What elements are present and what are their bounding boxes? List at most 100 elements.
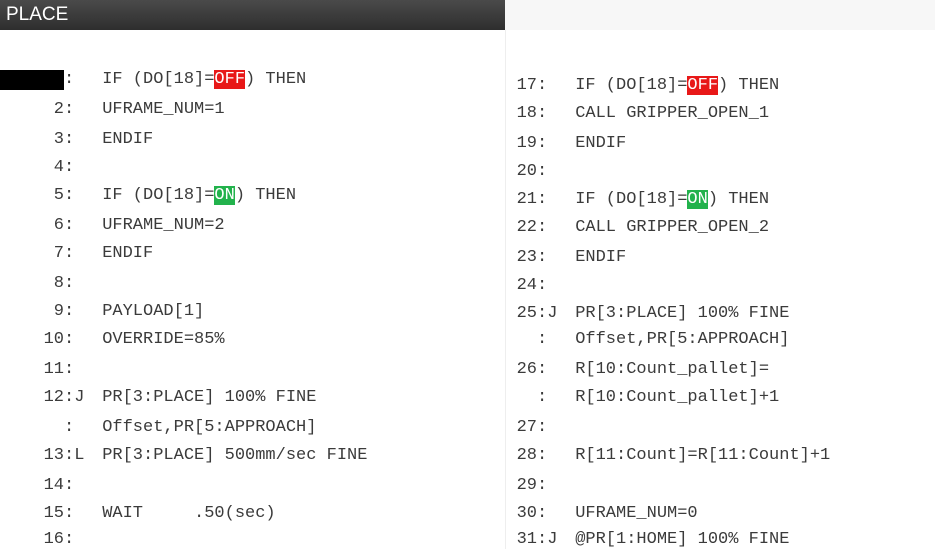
line-separator: : bbox=[64, 530, 75, 549]
program-line[interactable]: : R[10:Count_pallet]+1 bbox=[506, 388, 779, 408]
line-number: 19 bbox=[516, 134, 537, 153]
program-line[interactable]: 12:J PR[3:PLACE] 100% FINE bbox=[0, 388, 317, 408]
line-number: 27 bbox=[516, 418, 537, 437]
program-line[interactable]: 5: IF (DO[18]=ON) THEN bbox=[0, 186, 296, 206]
program-line[interactable]: 25:J PR[3:PLACE] 100% FINE bbox=[506, 304, 790, 324]
instruction-text: OVERRIDE=85% bbox=[102, 330, 225, 349]
instruction-text: ENDIF bbox=[575, 248, 627, 267]
top-bar-background bbox=[505, 0, 935, 30]
line-separator: : bbox=[64, 388, 75, 407]
instruction-text: ENDIF bbox=[102, 130, 154, 149]
line-separator: : bbox=[537, 248, 548, 267]
program-line[interactable]: 24: bbox=[506, 276, 575, 296]
program-line[interactable]: 19: ENDIF bbox=[506, 134, 627, 154]
program-line[interactable]: 7: ENDIF bbox=[0, 244, 153, 264]
line-number: 26 bbox=[516, 360, 537, 379]
line-separator: : bbox=[537, 330, 548, 349]
line-separator: : bbox=[537, 388, 548, 407]
line-separator: : bbox=[537, 76, 548, 95]
line-separator: : bbox=[64, 418, 75, 437]
program-title-bar: PLACE bbox=[0, 0, 505, 30]
motion-type: J bbox=[547, 304, 558, 323]
line-number: 22 bbox=[516, 218, 537, 237]
line-separator: : bbox=[537, 162, 548, 181]
line-number: 28 bbox=[516, 446, 537, 465]
program-line[interactable]: 17: IF (DO[18]=OFF) THEN bbox=[506, 76, 779, 96]
instruction-text: WAIT .50(sec) bbox=[102, 504, 276, 523]
program-line[interactable]: 9: PAYLOAD[1] bbox=[0, 302, 204, 322]
program-line[interactable]: 10: OVERRIDE=85% bbox=[0, 330, 225, 350]
line-number: 24 bbox=[516, 276, 537, 295]
line-number: 15 bbox=[43, 504, 64, 523]
motion-type: L bbox=[74, 446, 85, 465]
program-line[interactable]: : Offset,PR[5:APPROACH] bbox=[0, 418, 316, 438]
program-line[interactable]: 27: bbox=[506, 418, 575, 438]
line-separator: : bbox=[64, 360, 75, 379]
program-line[interactable]: : Offset,PR[5:APPROACH] bbox=[506, 330, 789, 350]
motion-type: J bbox=[74, 388, 85, 407]
program-line[interactable]: 21: IF (DO[18]=ON) THEN bbox=[506, 190, 769, 210]
line-number: 21 bbox=[516, 190, 537, 209]
program-line[interactable]: 14: bbox=[0, 476, 102, 496]
instruction-text: PR[3:PLACE] 500mm/sec FINE bbox=[102, 446, 368, 465]
program-line[interactable]: 1: IF (DO[18]=OFF) THEN bbox=[0, 70, 306, 90]
program-line[interactable]: 22: CALL GRIPPER_OPEN_2 bbox=[506, 218, 769, 238]
status-on-badge: ON bbox=[214, 186, 235, 205]
program-listing-right[interactable]: 17: IF (DO[18]=OFF) THEN 18: CALL GRIPPER_O… bbox=[505, 30, 935, 549]
program-line[interactable]: 2: UFRAME_NUM=1 bbox=[0, 100, 225, 120]
instruction-text: @PR[1:HOME] 100% FINE bbox=[575, 530, 790, 549]
line-number: 30 bbox=[516, 504, 537, 523]
program-line[interactable]: 31:J @PR[1:HOME] 100% FINE bbox=[506, 530, 790, 550]
program-line[interactable]: 6: UFRAME_NUM=2 bbox=[0, 216, 225, 236]
line-separator: : bbox=[537, 530, 548, 549]
program-line[interactable]: 11: bbox=[0, 360, 102, 380]
line-number: 16 bbox=[43, 530, 64, 549]
line-number: 2 bbox=[53, 100, 64, 119]
line-number: 20 bbox=[516, 162, 537, 181]
line-number: 12 bbox=[43, 388, 64, 407]
program-line[interactable]: 30: UFRAME_NUM=0 bbox=[506, 504, 698, 524]
line-separator: : bbox=[537, 276, 548, 295]
line-separator: : bbox=[64, 130, 75, 149]
program-line[interactable]: 18: CALL GRIPPER_OPEN_1 bbox=[506, 104, 769, 124]
line-number: 8 bbox=[53, 274, 64, 293]
line-number: 3 bbox=[53, 130, 64, 149]
instruction-text: UFRAME_NUM=1 bbox=[102, 100, 225, 119]
program-title: PLACE bbox=[6, 4, 69, 25]
line-separator: : bbox=[537, 218, 548, 237]
program-listing-left[interactable]: 1: IF (DO[18]=OFF) THEN 2: UFRAME_NUM=1 3: EN… bbox=[0, 30, 505, 549]
program-line[interactable]: 3: ENDIF bbox=[0, 130, 153, 150]
program-line[interactable]: 26: R[10:Count_pallet]= bbox=[506, 360, 769, 380]
instruction-text-suffix: ) THEN bbox=[718, 76, 780, 95]
line-number: 14 bbox=[43, 476, 64, 495]
program-line[interactable]: 4: bbox=[0, 158, 102, 178]
line-separator: : bbox=[537, 446, 548, 465]
status-off-badge: OFF bbox=[687, 76, 719, 95]
line-separator: : bbox=[537, 304, 548, 323]
instruction-text: Offset,PR[5:APPROACH] bbox=[102, 418, 317, 437]
instruction-text: R[10:Count_pallet]+1 bbox=[575, 388, 780, 407]
line-separator: : bbox=[537, 418, 548, 437]
line-number: 11 bbox=[43, 360, 64, 379]
program-line[interactable]: 20: bbox=[506, 162, 575, 182]
instruction-text-suffix: ) THEN bbox=[234, 186, 297, 205]
program-line[interactable]: 13:L PR[3:PLACE] 500mm/sec FINE bbox=[0, 446, 368, 466]
line-number: 31 bbox=[516, 530, 537, 549]
instruction-text: CALL GRIPPER_OPEN_2 bbox=[575, 218, 770, 237]
program-line[interactable]: 23: ENDIF bbox=[506, 248, 627, 268]
program-line[interactable]: 16: bbox=[0, 530, 102, 550]
program-line[interactable]: 28: R[11:Count]=R[11:Count]+1 bbox=[506, 446, 831, 466]
status-off-badge: OFF bbox=[214, 70, 246, 89]
line-separator: : bbox=[64, 476, 75, 495]
line-separator: : bbox=[64, 70, 75, 89]
line-separator: : bbox=[64, 274, 75, 293]
instruction-text: CALL GRIPPER_OPEN_1 bbox=[575, 104, 770, 123]
line-separator: : bbox=[537, 476, 548, 495]
program-line[interactable]: 8: bbox=[0, 274, 102, 294]
line-separator: : bbox=[537, 190, 548, 209]
instruction-text: UFRAME_NUM=0 bbox=[575, 504, 698, 523]
program-line[interactable]: 29: bbox=[506, 476, 575, 496]
line-separator: : bbox=[537, 504, 548, 523]
program-line[interactable]: 15: WAIT .50(sec) bbox=[0, 504, 276, 524]
line-separator: : bbox=[64, 446, 75, 465]
